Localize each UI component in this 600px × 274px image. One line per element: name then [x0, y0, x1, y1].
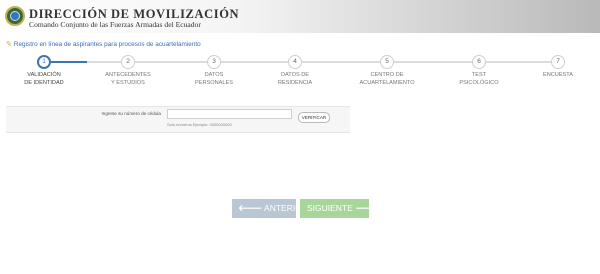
- app-header: DIRECCIÓN DE MOVILIZACIÓN Comando Conjun…: [0, 0, 600, 33]
- next-label: SIGUIENTE: [307, 203, 353, 213]
- step-connector-5: [394, 61, 472, 63]
- step-5[interactable]: 5: [380, 55, 394, 69]
- step-connector-3: [221, 61, 288, 63]
- step-2-label: ANTECEDENTES Y ESTUDIOS: [105, 72, 151, 86]
- step-5-label: CENTRO DE ACUARTELAMIENTO: [359, 72, 415, 86]
- cedula-label: Ingrese su número de cédula: [101, 111, 161, 116]
- step-2[interactable]: 2: [121, 55, 135, 69]
- arrow-left-icon: 🡐: [238, 203, 263, 213]
- previous-button[interactable]: 🡐 ANTERIOR: [232, 199, 308, 218]
- seal-center: [10, 11, 20, 21]
- step-7-label: ENCUESTA: [542, 72, 574, 78]
- step-6[interactable]: 6: [472, 55, 486, 69]
- step-connector-1b: [87, 61, 125, 63]
- verify-button[interactable]: VERIFICAR: [298, 112, 330, 123]
- identity-form-panel: Ingrese su número de cédula Solo números…: [6, 106, 350, 133]
- step-3[interactable]: 3: [207, 55, 221, 69]
- cedula-help-text: Solo números Ejemplo: 0000000000: [167, 122, 232, 127]
- step-connector-1: [51, 61, 87, 63]
- step-connector-4: [302, 61, 380, 63]
- cedula-input[interactable]: [167, 109, 292, 119]
- registration-text: Registro en línea de aspirantes para pro…: [13, 41, 201, 48]
- header-subtitle: Comando Conjunto de las Fuerzas Armadas …: [29, 20, 201, 29]
- step-3-label: DATOS PERSONALES: [195, 72, 233, 86]
- institution-seal-icon: [5, 6, 25, 26]
- step-6-label: TEST PSICOLÓGICO: [459, 72, 499, 86]
- step-1[interactable]: 1: [37, 55, 51, 69]
- step-4-label: DATOS DE RESIDENCIA: [277, 72, 313, 86]
- pencil-icon: ✎: [6, 41, 12, 48]
- step-4[interactable]: 4: [288, 55, 302, 69]
- registration-heading: ✎ Registro en línea de aspirantes para pr…: [6, 40, 201, 48]
- step-1-label: VALIDACIÓN DE IDENTIDAD: [24, 72, 64, 86]
- step-7[interactable]: 7: [551, 55, 565, 69]
- arrow-right-icon: 🡒: [355, 203, 380, 213]
- next-button[interactable]: SIGUIENTE 🡒: [300, 199, 379, 218]
- step-connector-6: [486, 61, 551, 63]
- step-connector-2: [135, 61, 207, 63]
